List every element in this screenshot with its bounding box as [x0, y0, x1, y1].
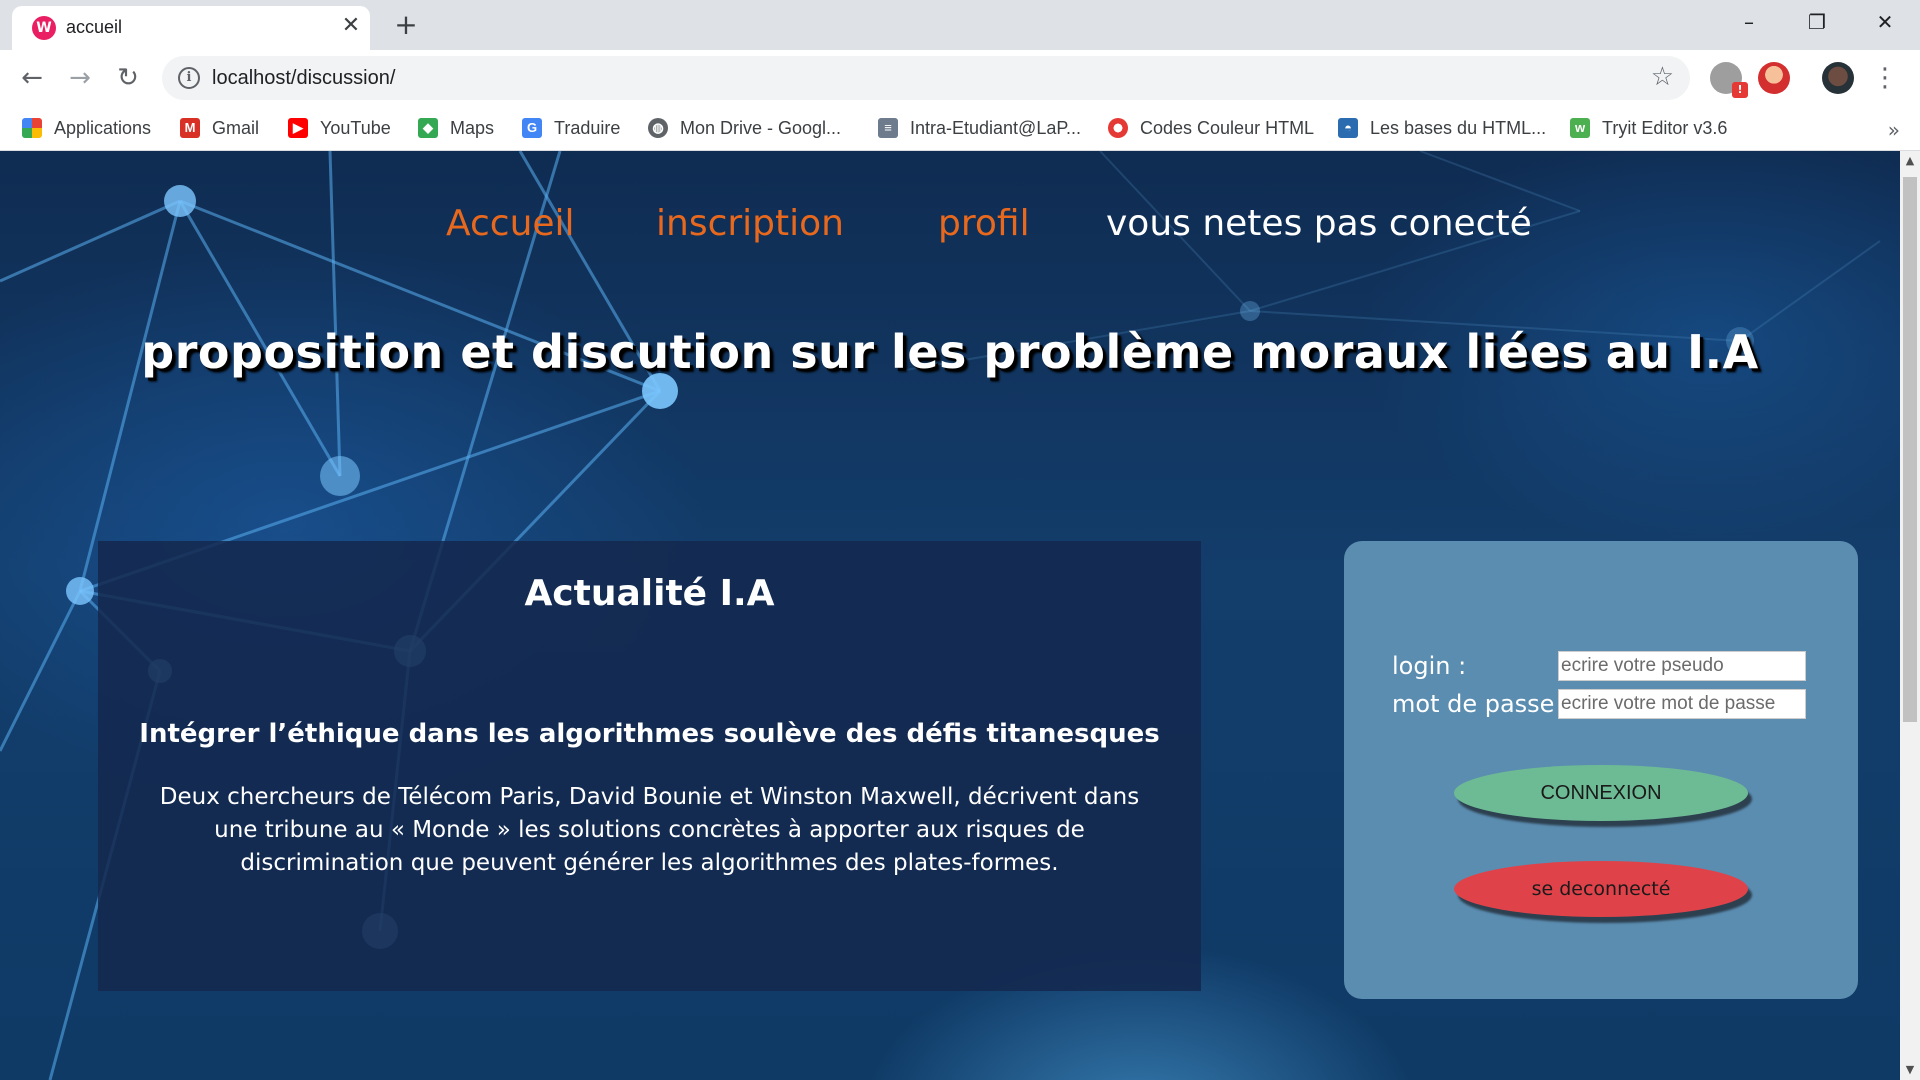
bookmark-gmail[interactable]: M Gmail	[180, 114, 259, 142]
browser-menu-icon[interactable]: ⋮	[1872, 60, 1898, 96]
logout-button[interactable]: se deconnecté	[1454, 861, 1748, 917]
bookmark-label: YouTube	[320, 117, 391, 138]
bookmark-youtube[interactable]: ▶ YouTube	[288, 114, 391, 142]
bookmark-label: Intra-Etudiant@LaP...	[910, 117, 1082, 138]
bookmark-mon-drive[interactable]: ◍ Mon Drive - Googl...	[648, 114, 841, 142]
address-url[interactable]: localhost/discussion/	[212, 67, 395, 90]
openclassrooms-icon: ◓	[1338, 118, 1358, 138]
news-headline: Intégrer l’éthique dans les algorithmes …	[139, 719, 1160, 749]
window-restore-button[interactable]: ❐	[1794, 6, 1840, 38]
bookmark-bases-html[interactable]: ◓ Les bases du HTML...	[1338, 114, 1546, 142]
login-input[interactable]	[1558, 651, 1806, 681]
gmail-icon: M	[180, 118, 200, 138]
scroll-down-arrow-icon[interactable]: ▼	[1900, 1060, 1920, 1080]
bookmark-codes-couleur[interactable]: Codes Couleur HTML	[1108, 114, 1314, 142]
page-title: proposition et discution sur les problèm…	[141, 325, 1759, 379]
adblock-extension-icon[interactable]: !	[1710, 62, 1748, 98]
bookmarks-bar: Applications M Gmail ▶ YouTube ◆ Maps G …	[0, 106, 1920, 151]
globe-icon: ◍	[648, 118, 668, 138]
browser-tab-accueil[interactable]: W accueil ✕	[12, 6, 370, 50]
maps-icon: ◆	[418, 118, 438, 138]
page-viewport: Accueil inscription profil vous netes pa…	[0, 151, 1900, 1080]
nav-link-accueil[interactable]: Accueil	[446, 203, 575, 244]
santa-extension-icon[interactable]	[1758, 62, 1790, 94]
window-minimize-button[interactable]: –	[1726, 6, 1772, 38]
bookmark-label: Codes Couleur HTML	[1140, 117, 1315, 138]
tab-close-icon[interactable]: ✕	[337, 12, 365, 40]
login-panel: login : mot de passe : CONNEXION se deco…	[1344, 541, 1858, 999]
bookmark-label: Les bases du HTML...	[1370, 117, 1547, 138]
news-section-title: Actualité I.A	[524, 573, 775, 614]
bookmark-intra-etudiant[interactable]: ≡ Intra-Etudiant@LaP...	[878, 114, 1081, 142]
extension-alert-badge: !	[1732, 82, 1748, 98]
bookmark-label: Applications	[54, 117, 152, 138]
youtube-icon: ▶	[288, 118, 308, 138]
apps-grid-icon	[22, 118, 42, 138]
password-label: mot de passe :	[1392, 690, 1571, 718]
bookmark-label: Maps	[450, 117, 495, 138]
site-info-icon[interactable]: i	[178, 67, 200, 89]
scroll-up-arrow-icon[interactable]: ▲	[1900, 151, 1920, 171]
w3schools-icon: w	[1570, 118, 1590, 138]
address-bar[interactable]: i localhost/discussion/ ☆	[162, 56, 1690, 100]
nav-link-inscription[interactable]: inscription	[656, 203, 844, 244]
back-button[interactable]: ←	[16, 62, 48, 94]
tab-title: accueil	[66, 17, 123, 37]
password-input[interactable]	[1558, 689, 1806, 719]
translate-icon: G	[522, 118, 542, 138]
bookmark-applications[interactable]: Applications	[22, 114, 151, 142]
nav-link-profil[interactable]: profil	[938, 203, 1030, 244]
forward-button[interactable]: →	[64, 62, 96, 94]
page-scrollbar[interactable]: ▲ ▼	[1900, 151, 1920, 1080]
bookmark-label: Gmail	[212, 117, 260, 138]
bookmarks-overflow-icon[interactable]: »	[1888, 118, 1900, 142]
bookmark-tryit-editor[interactable]: w Tryit Editor v3.6	[1570, 114, 1727, 142]
profile-avatar[interactable]	[1822, 62, 1854, 94]
bookmark-label: Tryit Editor v3.6	[1602, 117, 1728, 138]
scrollbar-thumb[interactable]	[1903, 177, 1917, 722]
news-body: Deux chercheurs de Télécom Paris, David …	[159, 784, 1140, 876]
bookmark-maps[interactable]: ◆ Maps	[418, 114, 494, 142]
intra-icon: ≡	[878, 118, 898, 138]
browser-tab-strip: W accueil ✕ + – ❐ ✕	[0, 0, 1920, 50]
connexion-button[interactable]: CONNEXION	[1454, 765, 1748, 821]
browser-toolbar: ← → ↻ i localhost/discussion/ ☆ ! ⋮	[0, 50, 1920, 106]
login-label: login :	[1392, 652, 1467, 680]
new-tab-button[interactable]: +	[390, 9, 422, 41]
wamp-icon: W	[32, 16, 56, 40]
bookmark-label: Mon Drive - Googl...	[680, 117, 842, 138]
color-wheel-icon	[1108, 118, 1128, 138]
news-panel: Actualité I.A Intégrer l’éthique dans le…	[98, 541, 1201, 991]
bookmark-traduire[interactable]: G Traduire	[522, 114, 620, 142]
bookmark-label: Traduire	[554, 117, 621, 138]
connection-status: vous netes pas conecté	[1106, 203, 1532, 244]
bookmark-star-icon[interactable]: ☆	[1651, 62, 1674, 92]
reload-button[interactable]: ↻	[112, 62, 144, 94]
window-close-button[interactable]: ✕	[1862, 6, 1908, 38]
